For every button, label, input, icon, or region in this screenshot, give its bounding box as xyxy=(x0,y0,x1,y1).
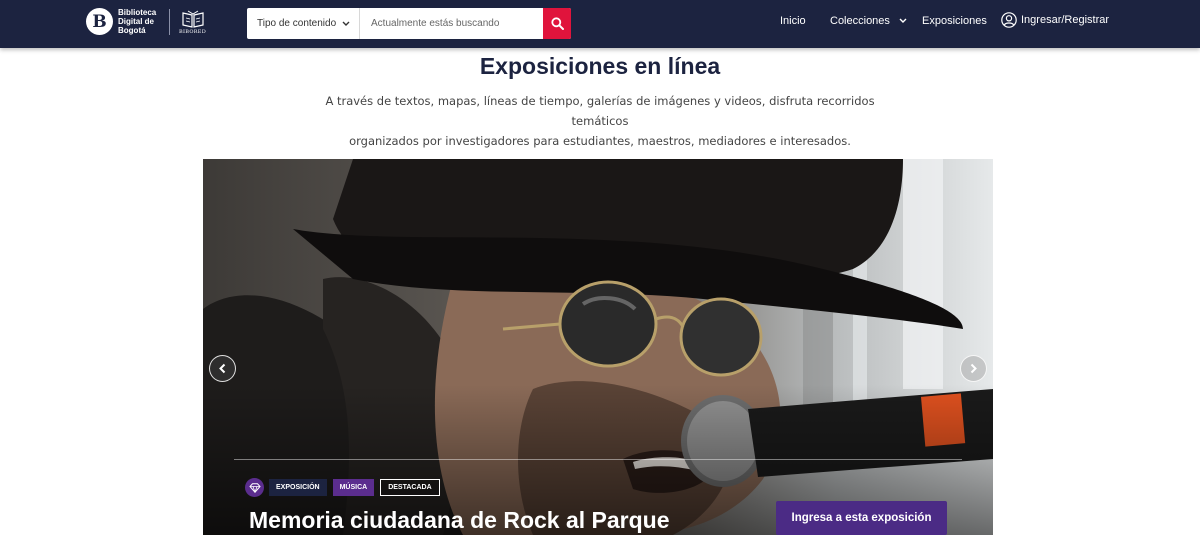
tag-exhibition[interactable]: EXPOSICIÓN xyxy=(269,479,327,496)
tag-featured[interactable]: DESTACADA xyxy=(380,479,440,496)
search-icon xyxy=(550,17,564,30)
content-type-select[interactable]: Tipo de contenido xyxy=(247,8,360,39)
subtitle-line-2: organizados por investigadores para estu… xyxy=(349,134,851,148)
content-type-label: Tipo de contenido xyxy=(257,18,337,29)
hero-divider xyxy=(234,459,962,460)
nav-home[interactable]: Inicio xyxy=(780,15,806,27)
gem-icon xyxy=(245,478,264,497)
partner-logo[interactable]: BIBORED xyxy=(179,9,206,35)
chevron-down-icon xyxy=(342,19,350,29)
exhibition-tags: EXPOSICIÓN MÚSICA DESTACADA xyxy=(245,478,446,497)
page-subtitle: A través de textos, mapas, líneas de tie… xyxy=(300,91,900,151)
logo-b-icon: B xyxy=(86,8,113,35)
carousel-next-button[interactable] xyxy=(960,355,987,382)
tag-music[interactable]: MÚSICA xyxy=(332,479,375,496)
nav-collections-label: Colecciones xyxy=(830,15,890,27)
search-bar: Tipo de contenido xyxy=(247,8,571,39)
search-button[interactable] xyxy=(543,8,571,39)
user-icon xyxy=(1001,12,1017,28)
nav-login-label: Ingresar/Registrar xyxy=(1021,13,1110,26)
arrow-left-icon xyxy=(219,363,226,374)
site-logo[interactable]: B Biblioteca Digital de Bogotá BIBORED xyxy=(86,8,206,35)
carousel-prev-button[interactable] xyxy=(209,355,236,382)
logo-divider xyxy=(169,8,170,35)
enter-exhibition-button[interactable]: Ingresa a esta exposición xyxy=(776,501,947,535)
search-input[interactable] xyxy=(360,8,543,39)
logo-text: Biblioteca Digital de Bogotá xyxy=(118,8,157,35)
page-title: Exposiciones en línea xyxy=(479,53,721,79)
partner-label: BIBORED xyxy=(179,28,207,35)
arrow-right-icon xyxy=(970,363,977,374)
chevron-down-icon xyxy=(899,16,907,26)
featured-exhibition-carousel[interactable]: EXPOSICIÓN MÚSICA DESTACADA Memoria ciud… xyxy=(203,159,993,535)
subtitle-line-1: A través de textos, mapas, líneas de tie… xyxy=(325,94,875,128)
nav-collections[interactable]: Colecciones xyxy=(830,15,907,27)
exhibition-title[interactable]: Memoria ciudadana de Rock al Parque xyxy=(249,507,670,534)
top-navbar: B Biblioteca Digital de Bogotá BIBORED T… xyxy=(0,0,1200,48)
nav-exhibitions[interactable]: Exposiciones xyxy=(922,15,987,27)
nav-login[interactable]: Ingresar/Registrar xyxy=(1001,12,1109,28)
book-icon xyxy=(181,10,204,28)
